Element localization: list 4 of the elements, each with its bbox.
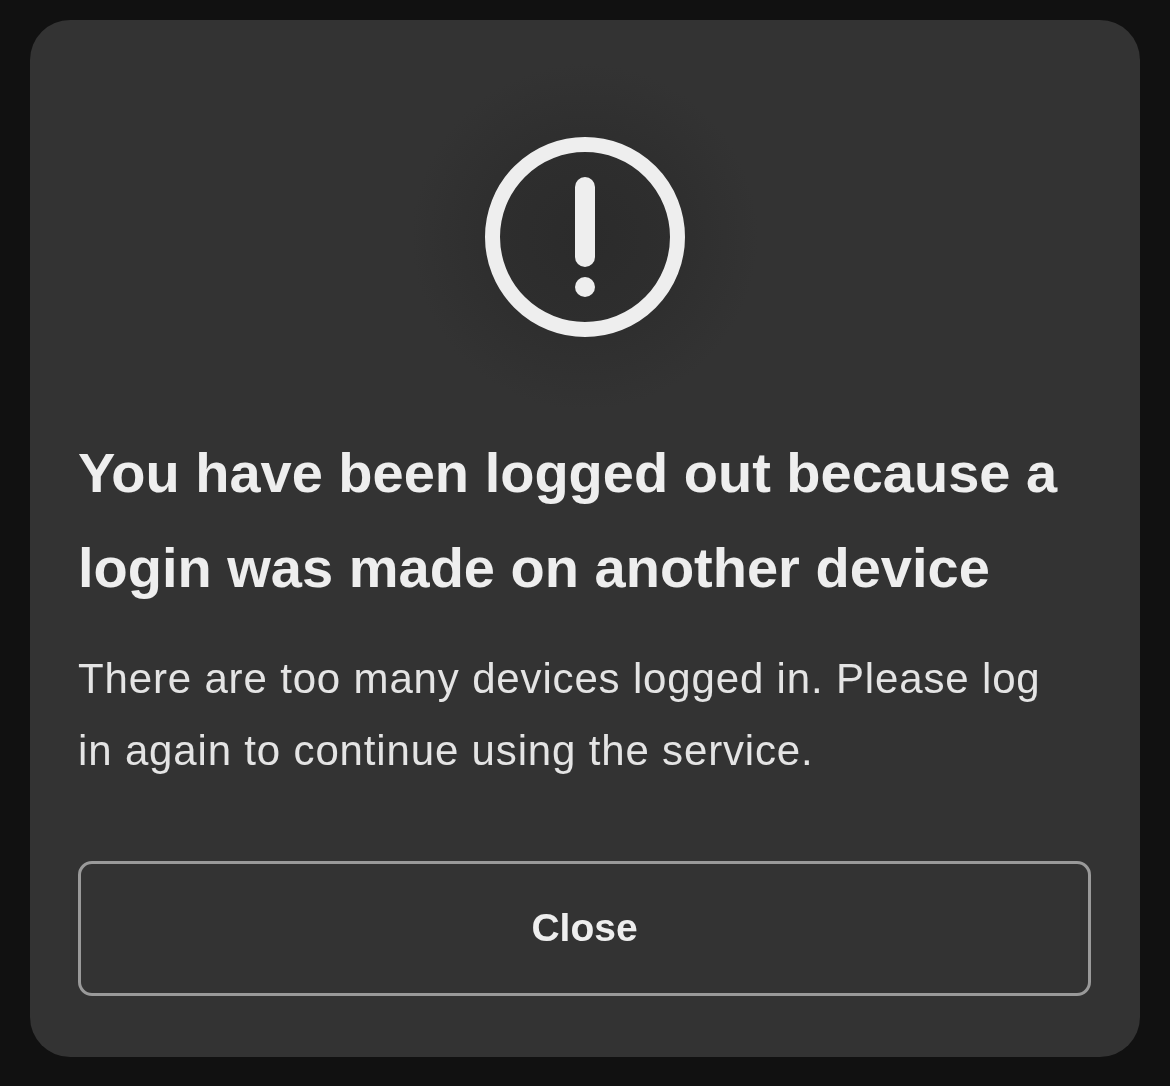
dialog-message: There are too many devices logged in. Please log in again to continue using the service. xyxy=(78,654,1042,776)
dialog-title: You have been logged out because a login was made on another device xyxy=(78,440,1059,601)
close-button[interactable]: Close xyxy=(78,861,1091,996)
alert-icon xyxy=(485,137,685,337)
